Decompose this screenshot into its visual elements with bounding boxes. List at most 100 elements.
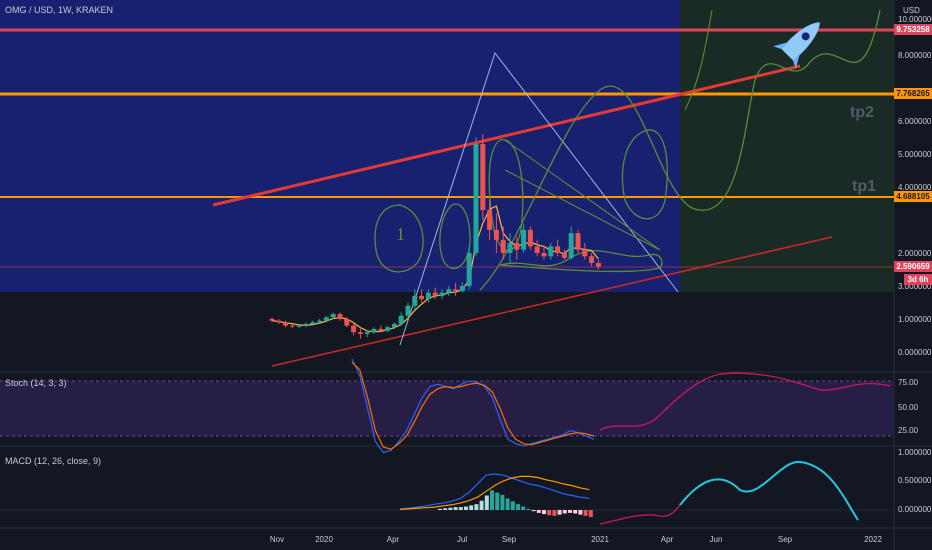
candle-body (521, 229, 527, 250)
candle-body (568, 233, 574, 258)
macd-histogram-bar (484, 495, 489, 510)
stoch-title: Stoch (14, 3, 3) (5, 378, 67, 388)
macd-histogram-bar (588, 510, 593, 517)
macd-histogram-bar (510, 501, 515, 510)
candle-body (337, 314, 343, 319)
macd-line (399, 473, 590, 510)
candle-body (276, 320, 282, 323)
y-tick: 5.000000 (898, 150, 932, 159)
macd-histogram-bar (536, 510, 541, 513)
candle-body (317, 320, 323, 323)
candle-body (351, 325, 357, 333)
macd-tick: 1.000000 (898, 448, 932, 457)
chart-canvas[interactable]: 1 (0, 0, 932, 550)
x-tick: Jul (456, 535, 468, 544)
stoch-tick: 50.00 (898, 403, 919, 412)
macd-histogram-bar (542, 510, 546, 515)
countdown-label: 3d 6h (904, 274, 932, 285)
x-tick: 2022 (864, 535, 882, 544)
macd-histogram-bar (568, 510, 572, 513)
macd-histogram-bar (573, 510, 578, 514)
chart-title: OMG / USD, 1W, KRAKEN (5, 5, 114, 15)
price-label-7-77[interactable]: 7.768265 (894, 88, 932, 99)
candle-body (412, 295, 418, 306)
candle-body (357, 332, 363, 334)
candle-body (398, 315, 404, 324)
candle-body (541, 253, 547, 257)
candle-body (385, 327, 391, 331)
candle-body (595, 262, 601, 267)
x-tick: Apr (660, 535, 674, 544)
tp1-label: tp1 (852, 178, 876, 195)
macd-projection-cyan (679, 460, 859, 521)
macd-projection-red (599, 504, 681, 525)
y-tick: 8.000000 (898, 51, 932, 60)
candle-body (323, 317, 329, 321)
price-label-9-75[interactable]: 9.753258 (894, 24, 932, 35)
x-tick: Nov (269, 535, 285, 544)
candle-body (589, 256, 595, 263)
stoch-tick: 75.00 (898, 378, 919, 387)
candle-body (487, 210, 493, 230)
macd-histogram-bar (469, 505, 474, 510)
x-tick: 2021 (591, 535, 609, 544)
macd-histogram-bar (479, 500, 484, 510)
candle-body (493, 229, 499, 240)
macd-layer (0, 473, 894, 517)
candle-body (303, 323, 309, 326)
candle-body (425, 292, 431, 300)
candle-body (507, 243, 513, 253)
x-tick: Jun (709, 535, 723, 544)
currency-label: USD (903, 6, 920, 15)
candle-body (446, 289, 452, 293)
x-tick: Sep (777, 535, 793, 544)
macd-tick: 0.000000 (898, 505, 932, 514)
macd-histogram-bar (458, 507, 463, 510)
candle-body (534, 246, 540, 253)
stoch-tick: 25.00 (898, 426, 919, 435)
macd-tick: 0.500000 (898, 476, 932, 485)
candle-body (283, 322, 289, 326)
macd-histogram-bar (557, 510, 562, 515)
macd-histogram-bar (526, 508, 531, 510)
candle-body (473, 144, 479, 253)
macd-histogram-bar (438, 508, 442, 510)
macd-histogram-bar (562, 510, 567, 514)
y-tick: 2.000000 (898, 249, 932, 258)
candle-body (480, 144, 486, 211)
candle-body (330, 314, 336, 318)
freehand-label-1: 1 (396, 224, 405, 244)
y-tick: 10.000000 (898, 15, 932, 24)
y-tick: 0.000000 (898, 348, 932, 357)
macd-histogram-bar (583, 510, 588, 516)
y-tick: 1.000000 (898, 315, 932, 324)
macd-histogram-bar (531, 510, 536, 512)
macd-histogram-bar (443, 508, 448, 510)
stoch-band (0, 381, 894, 436)
candle-body (391, 323, 397, 328)
candle-body (500, 239, 506, 253)
y-tick: 6.000000 (898, 117, 932, 126)
macd-histogram-bar (516, 504, 520, 510)
macd-histogram-bar (500, 494, 505, 510)
macd-histogram-bar (547, 510, 552, 516)
candle-body (555, 246, 561, 253)
candle-body (269, 319, 275, 321)
price-label-current[interactable]: 2.590659 (894, 261, 932, 272)
candle-body (514, 243, 520, 250)
candle-body (453, 289, 459, 291)
candle-body (289, 325, 295, 327)
candle-body (582, 249, 588, 257)
macd-histogram-bar (552, 510, 557, 516)
macd-histogram-bar (448, 507, 453, 510)
candle-body (419, 295, 425, 300)
candle-body (364, 332, 370, 334)
candle-body (561, 253, 567, 258)
macd-histogram-bar (505, 498, 510, 510)
price-label-4-69[interactable]: 4.688105 (894, 191, 932, 202)
tp2-label: tp2 (850, 104, 874, 121)
candle-body (296, 325, 302, 327)
candle-body (310, 322, 316, 324)
macd-histogram-bar (464, 506, 468, 510)
candle-body (459, 286, 465, 291)
